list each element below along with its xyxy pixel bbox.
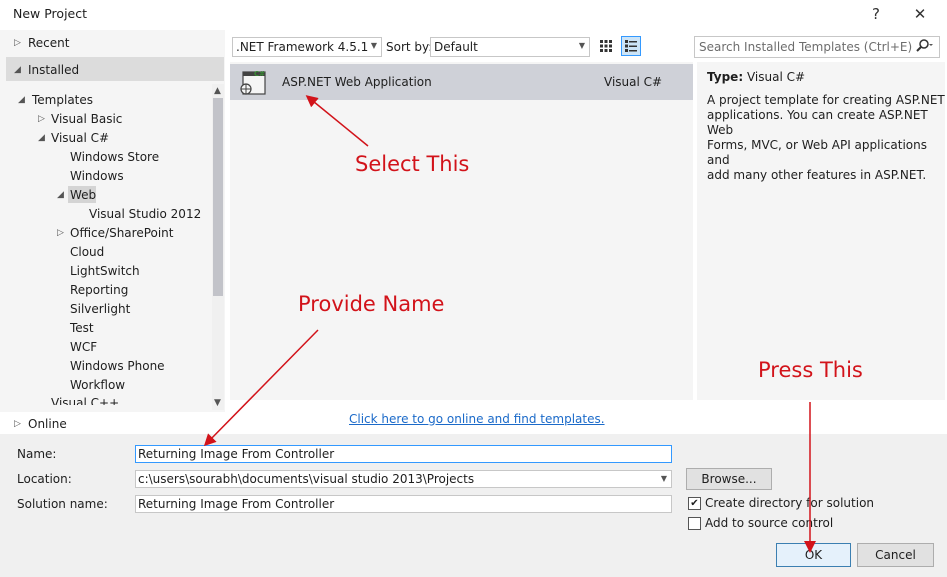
arrow-to-template <box>305 95 369 147</box>
annotation-arrows <box>203 95 816 553</box>
annotation-press: Press This <box>758 358 863 382</box>
annotation-provide-name: Provide Name <box>298 292 445 316</box>
annotation-select: Select This <box>355 152 470 176</box>
arrow-to-name <box>203 329 319 447</box>
